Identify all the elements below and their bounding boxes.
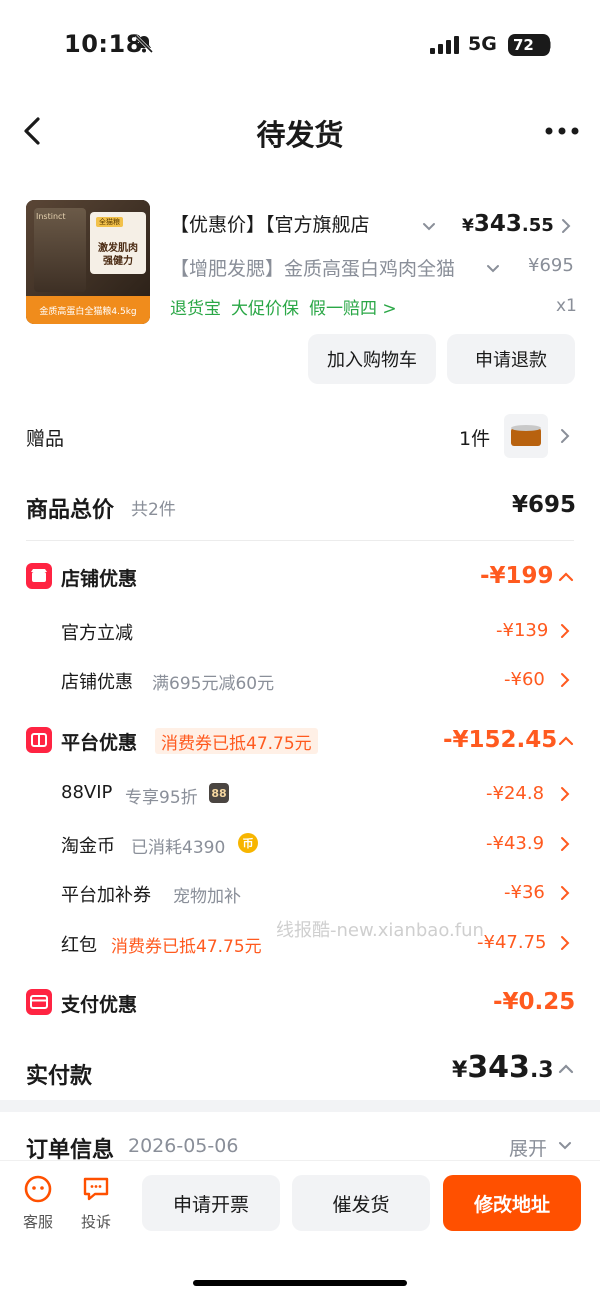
- watermark: 线报酷-new.xianbao.fun: [276, 920, 484, 941]
- row-88vip-sub: 专享95折: [125, 788, 198, 808]
- section-gap: [0, 1100, 600, 1112]
- expand-button[interactable]: 展开: [509, 1134, 547, 1161]
- tag-authentic: 假一赔四 >: [309, 299, 397, 319]
- status-bar: 10:18 5G 72: [0, 0, 600, 90]
- home-indicator[interactable]: [193, 1280, 407, 1286]
- complaint-icon[interactable]: [81, 1174, 111, 1204]
- chevron-right-icon[interactable]: [560, 623, 570, 639]
- gift-label: 赠品: [26, 428, 65, 450]
- service-tags[interactable]: 退货宝 大促价保 假一赔四 >: [170, 294, 407, 319]
- gift-image[interactable]: [504, 414, 548, 458]
- chevron-right-icon[interactable]: [560, 786, 570, 802]
- product-title[interactable]: 【优惠价】【官方旗舰店: [170, 210, 440, 237]
- product-thumbnail[interactable]: Instinct 全猫粮 激发肌肉 强健力 金质高蛋白全猫粮4.5kg: [26, 200, 150, 324]
- chevron-right-icon[interactable]: [560, 836, 570, 852]
- row-platform-coupon-sub: 宠物加补: [173, 887, 241, 907]
- vip-badge-icon: 88: [209, 783, 229, 803]
- product-spec[interactable]: 【增肥发腮】金质高蛋白鸡肉全猫: [170, 254, 480, 281]
- row-coins-label: 淘金币: [61, 836, 115, 857]
- page-title: 待发货: [256, 118, 344, 152]
- chevron-down-icon[interactable]: [422, 222, 436, 232]
- row-redpacket-sub: 消费券已抵47.75元: [111, 937, 262, 957]
- total-label: 商品总价: [26, 498, 115, 523]
- order-date: 2026-05-06: [128, 1135, 239, 1157]
- original-price: ¥695: [528, 255, 574, 276]
- tag-price-protect: 大促价保: [231, 299, 299, 319]
- row-store-label: 店铺优惠: [61, 672, 133, 693]
- chevron-down-icon[interactable]: [486, 264, 500, 274]
- customer-service-icon[interactable]: [23, 1174, 53, 1204]
- chevron-right-icon[interactable]: [560, 672, 570, 688]
- pay-discount-value: -¥0.25: [493, 989, 576, 1015]
- row-88vip-value: -¥24.8: [486, 783, 545, 804]
- tag-return: 退货宝: [170, 299, 221, 319]
- row-redpacket-value: -¥47.75: [477, 932, 547, 953]
- bell-muted-icon: [134, 34, 154, 54]
- card-icon: [26, 989, 52, 1015]
- row-platform-coupon-label: 平台加补券: [61, 885, 151, 906]
- chevron-up-icon[interactable]: [558, 572, 574, 582]
- coupon-pill: 消费券已抵47.75元: [155, 728, 318, 754]
- row-redpacket-label: 红包: [61, 935, 97, 956]
- platform-icon: [26, 727, 52, 753]
- complaint-label[interactable]: 投诉: [81, 1211, 111, 1232]
- battery-nub: [547, 41, 551, 49]
- divider: [26, 540, 574, 541]
- total-value: ¥695: [512, 492, 577, 518]
- battery-level: 72: [513, 36, 534, 54]
- platform-discount-label: 平台优惠: [61, 732, 138, 754]
- urge-shipping-button[interactable]: 催发货: [292, 1175, 430, 1231]
- modify-address-button[interactable]: 修改地址: [443, 1175, 581, 1231]
- add-to-cart-button[interactable]: 加入购物车: [308, 334, 436, 384]
- coin-icon: 币: [238, 833, 258, 853]
- pay-discount-label: 支付优惠: [61, 994, 138, 1016]
- total-count: 共2件: [131, 500, 176, 520]
- chevron-right-icon[interactable]: [560, 885, 570, 901]
- gift-count: 1件: [459, 428, 491, 450]
- invoice-button[interactable]: 申请开票: [142, 1175, 280, 1231]
- thumb-slogan: 激发肌肉 强健力: [98, 243, 138, 267]
- chevron-up-icon[interactable]: [558, 736, 574, 746]
- platform-discount-value: -¥152.45: [443, 727, 558, 753]
- chevron-down-icon[interactable]: [558, 1141, 572, 1151]
- row-official-cut-label: 官方立减: [61, 623, 133, 644]
- chevron-right-icon[interactable]: [560, 428, 570, 444]
- row-official-cut-value: -¥139: [496, 620, 549, 641]
- row-coins-sub: 已消耗4390: [131, 838, 226, 858]
- signal-icon: [430, 36, 459, 54]
- row-platform-coupon-value: -¥36: [504, 882, 545, 903]
- store-discount-label: 店铺优惠: [61, 568, 138, 590]
- thumb-brand: Instinct: [36, 212, 66, 221]
- product-price: ¥343.55: [462, 211, 554, 237]
- row-coins-value: -¥43.9: [486, 833, 545, 854]
- store-discount-value: -¥199: [480, 563, 554, 589]
- chevron-up-icon[interactable]: [558, 1064, 574, 1074]
- status-time: 10:18: [64, 30, 143, 58]
- customer-service-label[interactable]: 客服: [23, 1211, 53, 1232]
- network-type: 5G: [468, 33, 497, 55]
- battery-icon: 72: [508, 34, 550, 56]
- quantity: x1: [556, 296, 577, 316]
- row-88vip-label: 88VIP: [61, 782, 113, 803]
- row-store-sub: 满695元减60元: [152, 674, 275, 694]
- thumb-caption: 金质高蛋白全猫粮4.5kg: [26, 296, 150, 324]
- chevron-right-icon[interactable]: [560, 935, 570, 951]
- paid-value: ¥343.3: [452, 1050, 554, 1085]
- more-icon[interactable]: [544, 126, 580, 136]
- chevron-right-icon[interactable]: [561, 218, 571, 234]
- refund-button[interactable]: 申请退款: [447, 334, 575, 384]
- row-store-value: -¥60: [504, 669, 545, 690]
- store-icon: [26, 563, 52, 589]
- thumb-tag: 全猫粮: [96, 217, 123, 227]
- paid-label: 实付款: [26, 1064, 93, 1089]
